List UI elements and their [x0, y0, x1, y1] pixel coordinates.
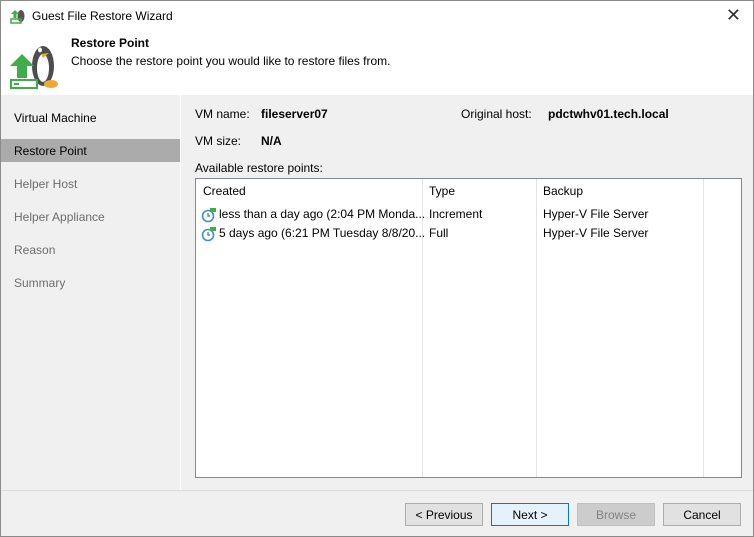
wizard-footer: < Previous Next > Browse Cancel	[1, 490, 753, 536]
original-host-value: pdctwhv01.tech.local	[548, 107, 669, 121]
title-bar: Guest File Restore Wizard ✕	[1, 1, 753, 32]
step-helper-appliance: Helper Appliance	[14, 210, 105, 224]
restore-point-icon	[201, 227, 216, 242]
next-button[interactable]: Next >	[491, 503, 569, 526]
wizard-window: Guest File Restore Wizard ✕ Restore Poin…	[0, 0, 754, 537]
column-header-created[interactable]: Created	[196, 179, 253, 203]
cell-created: 5 days ago (6:21 PM Tuesday 8/8/20...	[219, 226, 426, 240]
step-helper-host: Helper Host	[14, 177, 78, 191]
page-title: Restore Point	[71, 36, 150, 50]
linux-restore-icon	[10, 46, 58, 89]
vm-name-label: VM name:	[195, 107, 250, 121]
wizard-body: Virtual Machine Restore Point Helper Hos…	[1, 95, 753, 490]
step-restore-point[interactable]: Restore Point	[1, 139, 180, 162]
previous-button[interactable]: < Previous	[405, 503, 483, 526]
cell-created: less than a day ago (2:04 PM Monda...	[219, 207, 426, 221]
window-title: Guest File Restore Wizard	[32, 9, 173, 23]
cancel-button[interactable]: Cancel	[663, 503, 741, 526]
wizard-steps: Virtual Machine Restore Point Helper Hos…	[1, 95, 181, 490]
restore-points-label: Available restore points:	[195, 161, 323, 175]
table-row[interactable]: less than a day ago (2:04 PM Monda... In…	[196, 205, 741, 224]
vm-size-value: N/A	[261, 134, 282, 148]
close-icon[interactable]: ✕	[726, 5, 741, 26]
restore-point-icon	[201, 208, 216, 223]
original-host-label: Original host:	[461, 107, 532, 121]
step-virtual-machine[interactable]: Virtual Machine	[1, 106, 180, 129]
wizard-header: Restore Point Choose the restore point y…	[1, 32, 753, 95]
cell-type: Full	[429, 226, 449, 240]
step-reason: Reason	[14, 243, 56, 257]
cell-backup: Hyper-V File Server	[543, 207, 649, 221]
cell-backup: Hyper-V File Server	[543, 226, 649, 240]
vm-name-value: fileserver07	[261, 107, 328, 121]
column-header-type[interactable]: Type	[422, 179, 462, 203]
column-header-backup[interactable]: Backup	[536, 179, 590, 203]
step-summary: Summary	[14, 276, 66, 290]
page-subtitle: Choose the restore point you would like …	[71, 54, 391, 68]
vm-size-label: VM size:	[195, 134, 242, 148]
cell-type: Increment	[429, 207, 483, 221]
restore-points-table[interactable]: Created Type Backup less than a day ago …	[195, 178, 742, 478]
table-row[interactable]: 5 days ago (6:21 PM Tuesday 8/8/20... Fu…	[196, 224, 741, 243]
app-icon	[10, 10, 25, 24]
browse-button: Browse	[577, 503, 655, 526]
